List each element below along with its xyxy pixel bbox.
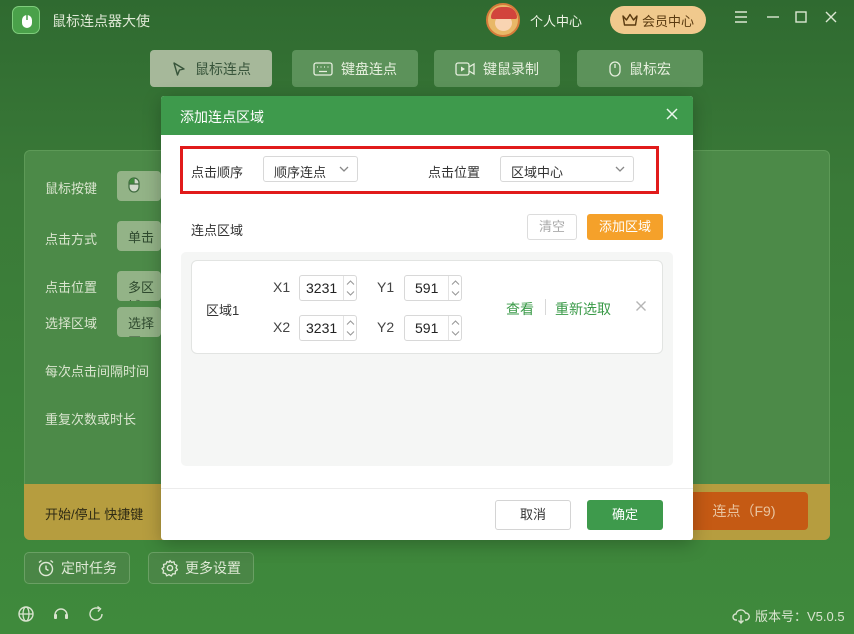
x1-label: X1: [273, 279, 291, 295]
interval-label: 每次点击间隔时间: [45, 364, 150, 379]
add-area-button[interactable]: 添加区域: [587, 214, 663, 240]
mouse-icon: [128, 177, 140, 193]
y2-value: 591: [415, 320, 439, 336]
tab-label: 鼠标连点: [195, 60, 251, 77]
tab-label: 键盘连点: [341, 60, 397, 77]
mouse-icon: [609, 60, 621, 77]
vip-center-button[interactable]: 会员中心: [610, 6, 706, 34]
y1-stepper[interactable]: [448, 276, 461, 300]
maximize-icon[interactable]: [792, 10, 810, 28]
dialog-title: 添加连点区域: [180, 109, 264, 125]
tab-mouse-click[interactable]: 鼠标连点: [150, 50, 272, 87]
delete-area-icon[interactable]: [635, 300, 647, 312]
x2-value: 3231: [306, 320, 338, 336]
chevron-down-icon: [339, 166, 349, 172]
select-area-field[interactable]: 选择区: [117, 307, 161, 337]
tab-label: 键鼠录制: [483, 60, 539, 77]
y1-value: 591: [415, 280, 439, 296]
click-position-field[interactable]: 多区域: [117, 271, 161, 301]
mouse-button-field[interactable]: [117, 171, 161, 201]
cursor-icon: [173, 61, 185, 76]
globe-icon[interactable]: [17, 605, 35, 623]
app-logo-icon: [12, 6, 40, 34]
confirm-button[interactable]: 确定: [587, 500, 663, 530]
app-title: 鼠标连点器大使: [52, 13, 150, 29]
clear-button[interactable]: 清空: [527, 214, 577, 240]
chevron-up-icon: [451, 320, 460, 325]
more-settings-label: 更多设置: [185, 560, 241, 576]
x1-stepper[interactable]: [343, 276, 356, 300]
crown-icon: [622, 13, 638, 26]
add-click-area-dialog: 添加连点区域 点击顺序 顺序连点 点击位置 区域中心 连点区域 清空 添加区域 …: [161, 96, 693, 540]
tab-label: 鼠标宏: [629, 60, 671, 77]
repeat-label: 重复次数或时长: [45, 412, 137, 427]
view-area-link[interactable]: 查看: [506, 299, 534, 319]
cancel-button[interactable]: 取消: [495, 500, 571, 530]
tab-mouse-macro[interactable]: 鼠标宏: [577, 50, 703, 87]
refresh-icon[interactable]: [87, 605, 105, 623]
tab-keyboard-click[interactable]: 键盘连点: [292, 50, 418, 87]
close-icon[interactable]: [822, 10, 840, 28]
chevron-down-icon: [451, 331, 460, 336]
x2-input[interactable]: 3231: [299, 315, 357, 341]
click-mode-label: 点击方式: [45, 232, 98, 247]
x1-value: 3231: [306, 280, 338, 296]
link-divider: [545, 299, 546, 315]
x2-label: X2: [273, 319, 291, 335]
dialog-divider: [161, 488, 693, 489]
y2-label: Y2: [377, 319, 395, 335]
click-mode-field[interactable]: 单击: [117, 221, 161, 251]
x1-input[interactable]: 3231: [299, 275, 357, 301]
dialog-header: 添加连点区域: [161, 96, 693, 135]
chevron-up-icon: [346, 320, 355, 325]
click-position-label: 点击位置: [45, 280, 98, 295]
chevron-down-icon: [615, 166, 625, 172]
alarm-clock-icon: [38, 559, 54, 577]
minimize-icon[interactable]: [764, 10, 782, 28]
x2-stepper[interactable]: [343, 316, 356, 340]
reselect-area-link[interactable]: 重新选取: [555, 299, 611, 319]
chevron-down-icon: [451, 291, 460, 296]
mouse-button-label: 鼠标按键: [45, 181, 98, 196]
personal-center-link[interactable]: 个人中心: [530, 11, 582, 30]
version-info: 版本号：V5.0.5: [732, 606, 845, 625]
user-avatar[interactable]: [486, 3, 520, 37]
gear-icon: [161, 559, 179, 577]
keyboard-icon: [313, 61, 333, 76]
click-position-select[interactable]: 区域中心: [500, 156, 634, 182]
chevron-down-icon: [346, 291, 355, 296]
chevron-up-icon: [346, 280, 355, 285]
version-text: 版本号：V5.0.5: [755, 609, 845, 624]
y2-stepper[interactable]: [448, 316, 461, 340]
support-icon[interactable]: [52, 605, 70, 623]
timer-task-button[interactable]: 定时任务: [24, 552, 130, 584]
cloud-download-icon: [732, 608, 750, 624]
click-order-select[interactable]: 顺序连点: [263, 156, 358, 182]
click-order-label: 点击顺序: [191, 165, 244, 180]
dialog-close-icon[interactable]: [665, 107, 681, 123]
title-bar: 鼠标连点器大使 个人中心 会员中心: [0, 0, 854, 40]
chevron-down-icon: [346, 331, 355, 336]
select-area-label: 选择区域: [45, 316, 98, 331]
area-section-label: 连点区域: [191, 223, 244, 238]
chevron-up-icon: [451, 280, 460, 285]
click-position-value: 区域中心: [511, 165, 564, 180]
tab-record[interactable]: 键鼠录制: [434, 50, 560, 87]
vip-center-label: 会员中心: [641, 13, 694, 29]
timer-task-label: 定时任务: [61, 560, 117, 576]
click-order-value: 顺序连点: [274, 165, 327, 180]
area-name: 区域1: [206, 303, 240, 318]
y1-input[interactable]: 591: [404, 275, 462, 301]
click-position-label: 点击位置: [428, 165, 481, 180]
menu-icon[interactable]: [732, 10, 750, 28]
hotkey-label: 开始/停止 快捷键: [45, 507, 144, 522]
more-settings-button[interactable]: 更多设置: [148, 552, 254, 584]
record-icon: [455, 61, 475, 76]
y2-input[interactable]: 591: [404, 315, 462, 341]
y1-label: Y1: [377, 279, 395, 295]
